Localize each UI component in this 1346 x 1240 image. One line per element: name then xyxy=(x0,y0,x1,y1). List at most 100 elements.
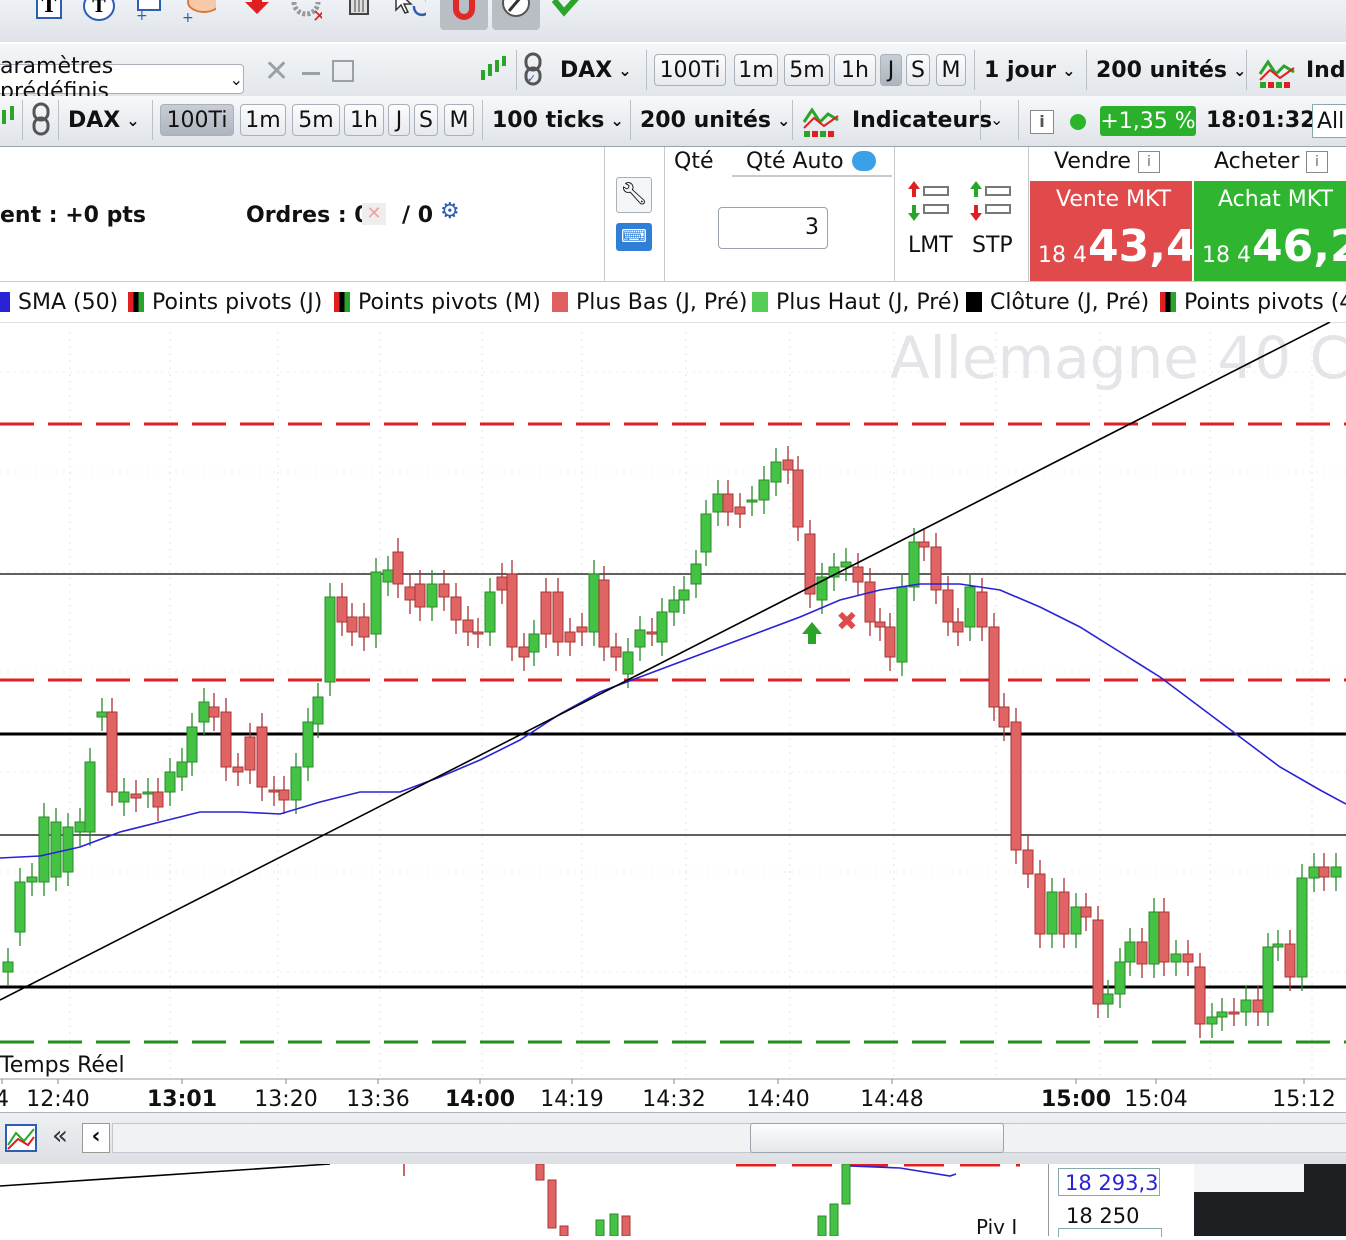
candle xyxy=(256,726,268,788)
candle xyxy=(896,586,908,663)
sell-market-button[interactable]: Vente MKT 18 4 43,4 xyxy=(1030,181,1197,281)
close-icon[interactable]: ✕ xyxy=(264,54,289,89)
candle xyxy=(1262,946,1274,1013)
chevron-down-icon[interactable]: ⌄ xyxy=(990,110,1003,129)
sell-header: Vendre xyxy=(1054,149,1131,174)
timeframe-m[interactable]: M xyxy=(936,54,966,86)
indicators-menu[interactable]: Indi xyxy=(1306,50,1346,90)
candle xyxy=(506,573,518,648)
secondary-chart[interactable]: Piv I 18 293,3 18 250 xyxy=(0,1163,1346,1239)
text-bubble-icon[interactable]: T xyxy=(82,0,116,28)
chevron-down-icon: ⌄ xyxy=(618,60,632,80)
units-select[interactable]: 200 unités ⌄ xyxy=(1096,50,1246,90)
chart-type-icon[interactable] xyxy=(4,1123,40,1161)
legend-item[interactable]: Clôture (J, Pré) xyxy=(966,286,1149,318)
info-icon[interactable]: i xyxy=(1138,151,1160,173)
indicators-menu[interactable]: Indicateurs xyxy=(852,100,992,140)
pencil-icon[interactable] xyxy=(492,0,540,30)
timeframe-100ti[interactable]: 100Ti xyxy=(160,104,234,136)
info-icon[interactable]: i xyxy=(1030,110,1054,134)
link-icon[interactable] xyxy=(30,102,52,146)
keyboard-icon[interactable]: ⌨ xyxy=(616,223,652,251)
buy-market-button[interactable]: Achat MKT 18 4 46,2 xyxy=(1194,181,1346,281)
ellipse-tool-icon[interactable]: + xyxy=(182,0,216,28)
instrument-select[interactable]: DAX ⌄ xyxy=(68,100,140,140)
presets-select[interactable]: aramètres prédéfinis ⌄ xyxy=(0,54,244,104)
minimize-icon[interactable] xyxy=(302,72,320,75)
timeframe-s[interactable]: S xyxy=(906,54,930,86)
time-axis-label: 14:40 xyxy=(746,1087,809,1112)
link-icon[interactable]: ✓ xyxy=(522,52,544,96)
candle xyxy=(50,821,62,878)
dark-panel-header xyxy=(1194,1164,1304,1192)
timeframe-m[interactable]: M xyxy=(444,104,474,136)
indicators-icon xyxy=(1258,52,1298,92)
limit-order-icon[interactable] xyxy=(906,179,950,227)
period-select[interactable]: 1 jour ⌄ xyxy=(984,50,1076,90)
rectangle-tool-icon[interactable]: + xyxy=(132,0,166,28)
candle xyxy=(864,581,876,623)
cursor-undo-icon[interactable] xyxy=(392,0,426,28)
quantity-input[interactable]: 3 xyxy=(718,207,828,249)
timeframe-1h[interactable]: 1h xyxy=(834,54,876,86)
maximize-icon[interactable] xyxy=(332,60,354,82)
candle xyxy=(610,646,622,658)
candle xyxy=(118,791,130,803)
rewind-button[interactable]: « xyxy=(52,1121,68,1151)
candle xyxy=(496,576,508,591)
magnet-icon[interactable] xyxy=(440,0,488,30)
time-axis-label: 14:19 xyxy=(540,1087,603,1112)
candle xyxy=(1216,1011,1228,1018)
units-label: 200 unités xyxy=(640,107,771,133)
checkmark-icon[interactable] xyxy=(550,0,584,28)
legend-item[interactable]: Points pivots (J) xyxy=(128,286,322,318)
candle xyxy=(678,589,690,601)
wrench-icon[interactable]: 🔧︎ xyxy=(616,177,652,213)
candle xyxy=(198,701,210,723)
alert-button[interactable]: All xyxy=(1312,104,1346,138)
timeframe-1m[interactable]: 1m xyxy=(240,104,286,136)
qty-auto-label: Qté Auto xyxy=(746,149,844,174)
timeframe-j[interactable]: J xyxy=(880,54,902,86)
legend-item[interactable]: Points pivots (M) xyxy=(334,286,541,318)
candle xyxy=(1046,891,1058,935)
gear-icon[interactable]: ⚙ xyxy=(440,199,460,224)
back-button[interactable]: ‹ xyxy=(82,1123,110,1153)
timeframe-100ti[interactable]: 100Ti xyxy=(654,54,726,86)
legend-item[interactable]: Plus Bas (J, Pré) xyxy=(552,286,747,318)
timeframe-s[interactable]: S xyxy=(414,104,438,136)
legend-swatch xyxy=(752,292,768,312)
candle xyxy=(278,789,290,801)
scroll-thumb[interactable] xyxy=(750,1123,1004,1153)
candle xyxy=(884,626,896,658)
cancel-orders-icon[interactable]: ✕ xyxy=(362,203,386,225)
timeframe-j[interactable]: J xyxy=(388,104,410,136)
scroll-track[interactable] xyxy=(112,1123,1346,1153)
period-select[interactable]: 100 ticks ⌄ xyxy=(492,100,624,140)
chart-canvas[interactable]: Allemagne 40 C ✖ Temps Réel 4 12:40 13:01 1… xyxy=(0,321,1346,1112)
timeframe-1m[interactable]: 1m xyxy=(734,54,778,86)
candle xyxy=(540,591,552,635)
stop-order-icon[interactable] xyxy=(968,179,1012,227)
delete-drawings-icon[interactable]: ✕ xyxy=(288,0,322,28)
text-tool-icon[interactable]: T xyxy=(32,0,66,28)
arrow-down-icon[interactable] xyxy=(240,0,274,28)
timeframe-1h[interactable]: 1h xyxy=(344,104,384,136)
legend-item[interactable]: Plus Haut (J, Pré) xyxy=(752,286,960,318)
candle xyxy=(1318,866,1330,878)
candle xyxy=(634,629,646,648)
candle xyxy=(358,616,370,638)
chevron-down-icon: ⌄ xyxy=(126,110,140,130)
trash-icon[interactable] xyxy=(342,0,376,28)
chart-scrollbar[interactable]: « ‹ xyxy=(0,1112,1346,1165)
price-chart[interactable]: Allemagne 40 C ✖ Temps Réel 4 12:40 13:01 1… xyxy=(0,321,1346,1112)
units-select[interactable]: 200 unités ⌄ xyxy=(640,100,790,140)
candle xyxy=(324,596,336,683)
timeframe-5m[interactable]: 5m xyxy=(784,54,830,86)
time-axis-label: 15:12 xyxy=(1272,1087,1335,1112)
legend-item[interactable]: Points pivots (4 xyxy=(1160,286,1346,318)
instrument-select[interactable]: DAX ⌄ xyxy=(560,50,632,90)
legend-item[interactable]: SMA (50) xyxy=(0,286,118,318)
info-icon[interactable]: i xyxy=(1306,151,1328,173)
timeframe-5m[interactable]: 5m xyxy=(292,104,340,136)
